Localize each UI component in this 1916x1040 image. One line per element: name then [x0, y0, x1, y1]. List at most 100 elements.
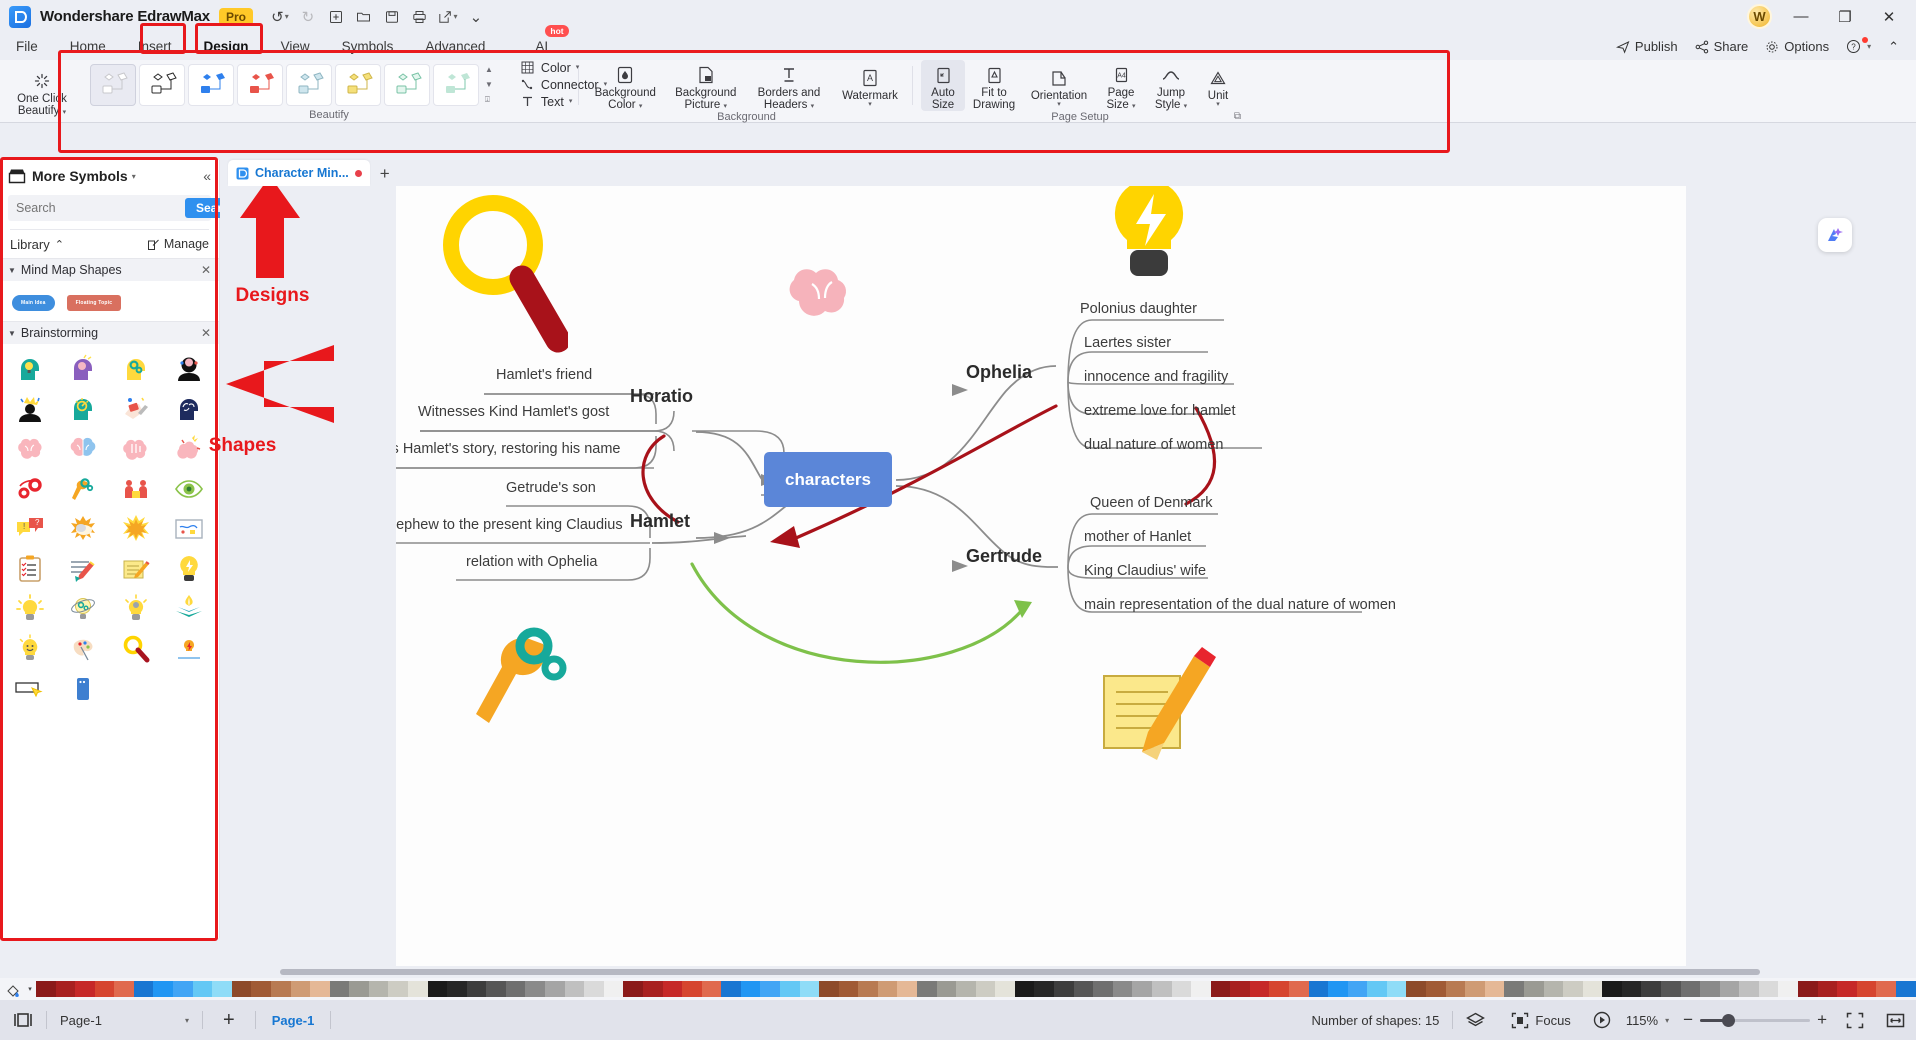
color-swatch[interactable] — [1876, 981, 1896, 997]
one-click-beautify-button[interactable]: One Click Beautify ▾ — [4, 66, 80, 117]
zoom-track[interactable] — [1700, 1013, 1811, 1027]
head-brain-navy-icon[interactable] — [162, 392, 215, 426]
color-swatch[interactable] — [760, 981, 780, 997]
color-swatch[interactable] — [349, 981, 369, 997]
color-swatch[interactable] — [192, 981, 213, 997]
search-input[interactable] — [8, 201, 185, 215]
color-swatch[interactable] — [1798, 981, 1818, 997]
branch-title-gertrude[interactable]: Gertrude — [966, 546, 1042, 567]
color-swatch[interactable] — [1465, 981, 1485, 997]
menu-item-file[interactable]: File — [0, 34, 54, 59]
color-swatch[interactable] — [153, 981, 174, 997]
background-color-button[interactable]: Background Color ▾ — [589, 60, 662, 111]
color-swatch[interactable] — [838, 981, 859, 997]
zoom-out-icon[interactable]: − — [1683, 1010, 1693, 1030]
sun-cloud-icon[interactable] — [57, 512, 110, 546]
menu-item-advanced[interactable]: Advanced — [409, 34, 501, 59]
color-swatch[interactable] — [1856, 981, 1877, 997]
head-lightbulb-icon[interactable] — [4, 352, 57, 386]
color-swatch[interactable] — [1132, 981, 1152, 997]
color-swatch[interactable] — [779, 981, 800, 997]
node-ophelia-child-4[interactable]: dual nature of women — [1084, 437, 1223, 453]
gallery-expand-icon[interactable]: ⍗ — [485, 95, 493, 105]
color-swatch[interactable] — [1778, 981, 1799, 997]
color-swatch[interactable] — [1719, 981, 1740, 997]
color-swatch[interactable] — [1191, 981, 1211, 997]
lightbulb-bright-icon[interactable] — [4, 592, 57, 626]
zoom-level-dropdown[interactable]: 115% ▾ — [1620, 1000, 1675, 1040]
chevron-up-icon[interactable]: ⌃ — [55, 238, 64, 251]
color-swatch[interactable] — [917, 981, 937, 997]
page-tab-page-1[interactable]: Page-1 — [256, 1013, 331, 1028]
add-tab-button[interactable]: + — [380, 164, 390, 186]
color-swatch[interactable] — [133, 981, 154, 997]
canvas-horizontal-scrollbar[interactable] — [220, 966, 1916, 978]
close-icon[interactable]: ✕ — [201, 263, 211, 277]
color-swatch[interactable] — [1034, 981, 1055, 997]
chevron-down-icon[interactable]: ▾ — [1057, 101, 1061, 108]
menu-item-view[interactable]: View — [265, 34, 326, 59]
color-swatch[interactable] — [1249, 981, 1270, 997]
fit-page-button[interactable] — [1835, 1000, 1875, 1040]
head-brain-purple-icon[interactable] — [57, 352, 110, 386]
focus-button[interactable]: Focus — [1498, 1000, 1583, 1040]
magnifier-clipart[interactable] — [438, 190, 568, 365]
mobile-device-icon[interactable] — [57, 672, 110, 706]
color-swatch[interactable] — [251, 981, 271, 997]
page-view-button[interactable] — [0, 1000, 46, 1040]
color-swatch[interactable] — [897, 981, 918, 997]
color-swatch[interactable] — [682, 981, 702, 997]
color-swatch[interactable] — [1817, 981, 1838, 997]
color-swatch[interactable] — [1093, 981, 1113, 997]
node-horatio-child-2[interactable]: tells Hamlet's story, restoring his name — [396, 441, 620, 457]
add-page-button[interactable]: + — [203, 1000, 255, 1040]
print-icon[interactable] — [407, 5, 433, 29]
open-book-idea-icon[interactable] — [162, 592, 215, 626]
gallery-scroll-controls[interactable]: ▲ ▼ ⍗ — [485, 65, 493, 105]
orientation-button[interactable]: Orientation ▾ — [1023, 63, 1095, 108]
chevron-down-icon[interactable]: ▾ — [1665, 1016, 1669, 1025]
color-swatch[interactable] — [1426, 981, 1446, 997]
color-swatch[interactable] — [486, 981, 506, 997]
lightbulb-bolt-icon[interactable] — [162, 552, 215, 586]
menu-item-home[interactable]: Home — [54, 34, 122, 59]
color-swatch[interactable] — [466, 981, 487, 997]
head-gears-yellow-icon[interactable] — [110, 352, 163, 386]
center-node-characters[interactable]: characters — [764, 452, 892, 507]
auto-size-button[interactable]: Auto Size — [921, 60, 965, 111]
color-swatch[interactable] — [545, 981, 565, 997]
color-swatch[interactable] — [799, 981, 820, 997]
chevron-down-icon[interactable]: ▾ — [868, 101, 872, 108]
color-swatch[interactable] — [740, 981, 761, 997]
background-picture-button[interactable]: Background Picture ▾ — [670, 60, 743, 111]
sunburst-icon[interactable] — [110, 512, 163, 546]
color-swatch[interactable] — [1073, 981, 1094, 997]
color-swatch[interactable] — [1563, 981, 1583, 997]
lightbulb-underline-icon[interactable] — [162, 632, 215, 666]
color-swatch[interactable] — [1504, 981, 1524, 997]
color-swatch[interactable] — [623, 981, 643, 997]
undo-icon[interactable]: ↺ ▾ — [267, 5, 293, 29]
color-swatch[interactable] — [368, 981, 389, 997]
whiteboard-icon[interactable] — [162, 512, 215, 546]
color-swatch[interactable] — [564, 981, 585, 997]
color-swatch[interactable] — [310, 981, 330, 997]
category-brainstorming[interactable]: ▼ Brainstorming ✕ — [0, 321, 219, 344]
color-swatch[interactable] — [1523, 981, 1544, 997]
style-tile-blue[interactable] — [188, 63, 234, 106]
fit-width-button[interactable] — [1875, 1000, 1916, 1040]
color-swatch[interactable] — [1700, 981, 1720, 997]
color-swatch[interactable] — [1739, 981, 1759, 997]
export-icon[interactable]: ▾ — [435, 5, 461, 29]
color-swatch[interactable] — [956, 981, 976, 997]
color-swatch[interactable] — [427, 981, 448, 997]
watermark-button[interactable]: A Watermark ▾ — [836, 63, 904, 108]
color-swatch[interactable] — [1328, 981, 1348, 997]
chevron-down-icon[interactable]: ▾ — [639, 103, 643, 110]
color-swatch[interactable] — [995, 981, 1015, 997]
new-icon[interactable] — [323, 5, 349, 29]
chevron-down-icon[interactable]: ▾ — [569, 98, 573, 105]
unit-button[interactable]: Unit ▾ — [1197, 63, 1239, 108]
node-gertrude-child-3[interactable]: main representation of the dual nature o… — [1084, 597, 1396, 613]
color-swatch[interactable] — [329, 981, 350, 997]
